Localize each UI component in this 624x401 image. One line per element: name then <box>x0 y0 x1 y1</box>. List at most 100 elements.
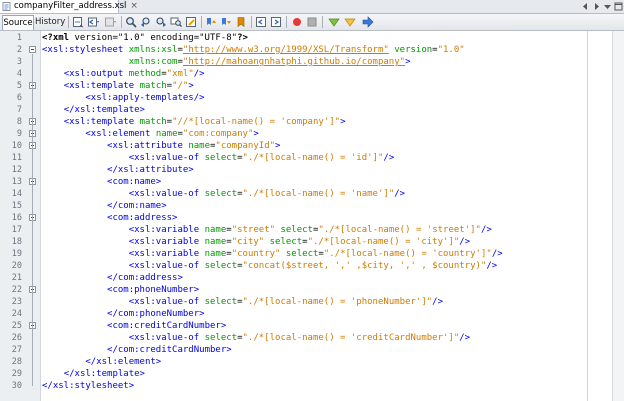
file-tab[interactable]: companyFilter_address.xsl × <box>0 0 138 13</box>
code-line[interactable]: 16 <com:address> <box>0 212 624 224</box>
code-text: <xsl:stylesheet xmlns:xsl="http://www.w3… <box>42 44 465 56</box>
toolbar-separator <box>251 16 252 28</box>
line-number: 17 <box>11 225 22 235</box>
maximize-window-icon[interactable] <box>614 2 623 11</box>
next-bookmark-icon[interactable] <box>220 16 232 28</box>
code-line[interactable]: 6 <xsl:apply-templates/> <box>0 92 624 104</box>
find-icon[interactable] <box>125 16 137 28</box>
fold-collapse-icon[interactable] <box>29 46 36 53</box>
code-editor[interactable]: 1 <?xml version="1.0" encoding="UTF-8"?> 2… <box>0 31 624 401</box>
code-token: "xml" <box>166 69 194 79</box>
code-token: match <box>139 81 167 91</box>
code-line[interactable]: 14 <xsl:value-of select="./*[local-name(… <box>0 188 624 200</box>
code-line[interactable]: 17 <xsl:variable name="street" select=".… <box>0 224 624 236</box>
code-line[interactable]: 8 <xsl:template match="//*[local-name() … <box>0 116 624 128</box>
code-line[interactable]: 25 <com:creditCardNumber> <box>0 320 624 332</box>
code-token: "street" <box>231 225 276 235</box>
forward-icon[interactable] <box>104 16 116 28</box>
line-number: 15 <box>11 201 22 211</box>
code-line[interactable]: 18 <xsl:variable name="city" select="./*… <box>0 236 624 248</box>
code-line[interactable]: 26 <xsl:value-of select="./*[local-name(… <box>0 332 624 344</box>
line-number: 20 <box>11 261 22 271</box>
code-text: <xsl:element name="com:company"> <box>42 128 258 140</box>
code-line[interactable]: 29 </xsl:template> <box>0 368 624 380</box>
fold-guide-line <box>32 186 33 206</box>
scroll-left-icon[interactable] <box>581 2 590 11</box>
xsl-transformation-icon[interactable] <box>362 16 374 28</box>
previous-bookmark-icon[interactable] <box>205 16 217 28</box>
shift-right-icon[interactable] <box>270 16 282 28</box>
code-token: xmlns:com <box>128 57 178 67</box>
code-token: "city" <box>231 237 265 247</box>
start-macro-recording-icon[interactable] <box>291 16 303 28</box>
code-line[interactable]: 5 <xsl:template match="/"> <box>0 80 624 92</box>
scroll-right-icon[interactable] <box>592 2 601 11</box>
find-previous-icon[interactable] <box>140 16 152 28</box>
code-token: /> <box>459 333 471 343</box>
code-line[interactable]: 13 <com:name> <box>0 176 624 188</box>
line-number: 5 <box>16 81 22 91</box>
code-line[interactable]: 9 <xsl:element name="com:company"> <box>0 128 624 140</box>
code-token: > <box>340 117 346 127</box>
code-line[interactable]: 30 </xsl:stylesheet> <box>0 380 624 392</box>
code-line[interactable]: 22 <com:phoneNumber> <box>0 284 624 296</box>
code-line[interactable]: 4 <xsl:output method="xml"/> <box>0 68 624 80</box>
code-line[interactable]: 27 </com:creditCardNumber> <box>0 344 624 356</box>
code-text: </xsl:template> <box>42 368 145 380</box>
close-tab-icon[interactable]: × <box>130 0 138 13</box>
code-token: name <box>155 129 178 139</box>
code-line[interactable]: 11 <xsl:value-of select="./*[local-name(… <box>0 152 624 164</box>
code-line[interactable]: 20 <xsl:value-of select="concat($street,… <box>0 260 624 272</box>
back-icon[interactable] <box>87 16 99 28</box>
line-number: 16 <box>11 213 22 223</box>
code-line[interactable]: 28 </xsl:element> <box>0 356 624 368</box>
code-line[interactable]: 19 <xsl:variable name="country" select="… <box>0 248 624 260</box>
code-line[interactable]: 1 <?xml version="1.0" encoding="UTF-8"?> <box>0 32 624 44</box>
check-xml-icon[interactable] <box>328 16 340 28</box>
line-number: 11 <box>11 153 22 163</box>
code-token: "./*[local-name() = 'id']" <box>242 153 384 163</box>
vertical-scrollbar[interactable] <box>612 31 624 401</box>
history-view-tab[interactable]: History <box>35 15 65 29</box>
find-next-icon[interactable] <box>155 16 167 28</box>
fold-guide-line <box>32 294 33 314</box>
code-token: <xsl:value-of <box>128 333 200 343</box>
line-number: 21 <box>11 273 22 283</box>
code-text: <com:phoneNumber> <box>42 284 199 296</box>
validate-xml-icon[interactable] <box>344 16 356 28</box>
code-token: "//*[local-name() = 'company']" <box>172 117 341 127</box>
code-line[interactable]: 21 </com:address> <box>0 272 624 284</box>
toggle-highlight-icon[interactable] <box>185 16 197 28</box>
code-token: "com:company" <box>182 129 254 139</box>
toolbar-separator <box>322 16 323 28</box>
code-line[interactable]: 24 </com:phoneNumber> <box>0 308 624 320</box>
code-line[interactable]: 7 </xsl:template> <box>0 104 624 116</box>
code-line[interactable]: 12 </xsl:attribute> <box>0 164 624 176</box>
code-token: match <box>139 117 167 127</box>
code-text: <xsl:template match="//*[local-name() = … <box>42 116 346 128</box>
shift-left-icon[interactable] <box>255 16 267 28</box>
code-token: ?> <box>237 33 248 43</box>
code-token: /> <box>480 225 492 235</box>
line-number: 14 <box>11 189 22 199</box>
code-token: select <box>204 153 238 163</box>
find-selection-icon[interactable] <box>170 16 182 28</box>
source-view-tab[interactable]: Source <box>2 15 34 30</box>
xsl-file-icon <box>2 2 11 11</box>
stop-macro-recording-icon[interactable] <box>306 16 318 28</box>
code-line[interactable]: 15 </com:name> <box>0 200 624 212</box>
toggle-bookmark-icon[interactable] <box>235 16 247 28</box>
code-line[interactable]: 2 <xsl:stylesheet xmlns:xsl="http://www.w… <box>0 44 624 56</box>
code-line[interactable]: 10 <xsl:attribute name="companyId"> <box>0 140 624 152</box>
code-line[interactable]: 23 <xsl:value-of select="./*[local-name(… <box>0 296 624 308</box>
code-token: > <box>188 81 194 91</box>
code-line[interactable]: 3 xmlns:com="http://mahoangnhatphi.githu… <box>0 56 624 68</box>
code-token: "./*[local-name() = 'name']" <box>242 189 395 199</box>
last-edit-icon[interactable] <box>72 16 84 28</box>
code-token: name <box>188 141 210 151</box>
code-text: <?xml version="1.0" encoding="UTF-8"?> <box>42 32 248 44</box>
tab-list-dropdown-icon[interactable] <box>603 2 612 11</box>
